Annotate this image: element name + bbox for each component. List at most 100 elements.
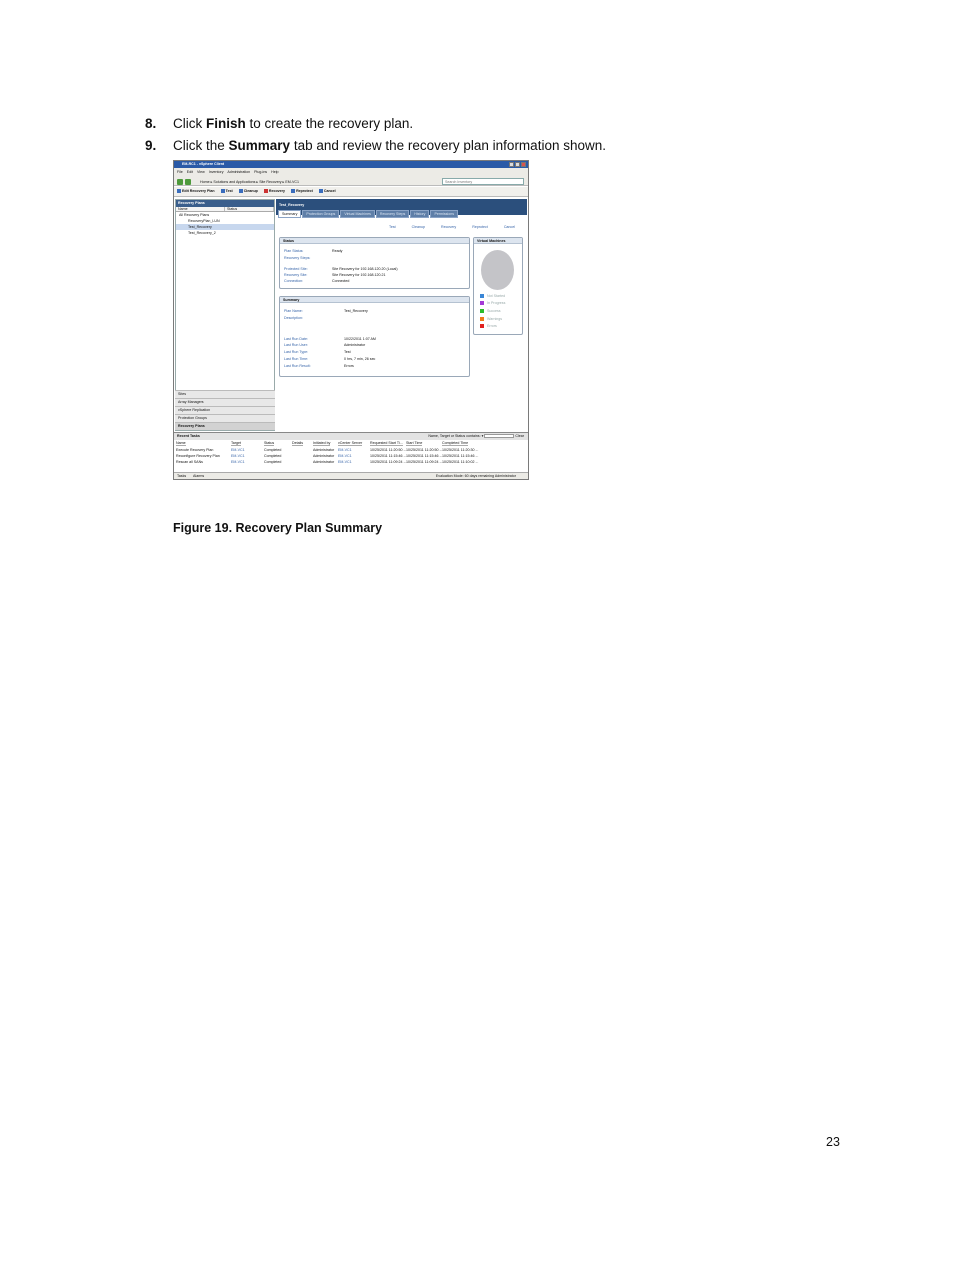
breadcrumb-home[interactable]: Home (200, 180, 210, 184)
task-cell: Reconfigure Recovery Plan (176, 454, 220, 458)
menu-bar: File Edit View Inventory Administration … (174, 168, 528, 176)
action-cancel[interactable]: Cancel (504, 225, 515, 229)
menu-inventory[interactable]: Inventory (209, 170, 224, 174)
tab-protection-groups[interactable]: Protection Groups (302, 210, 340, 219)
menu-edit[interactable]: Edit (187, 170, 193, 174)
task-filter[interactable]: Name, Target or Status contains: ▾ Clear (428, 434, 524, 439)
step-number: 8. (145, 116, 157, 131)
recovery-button[interactable]: Recovery (263, 189, 285, 194)
column-name[interactable]: Name (176, 207, 225, 211)
task-column-header[interactable]: Details (292, 441, 303, 446)
tree-item-plan[interactable]: Test_Recovery_2 (176, 230, 274, 236)
tab-virtual-machines[interactable]: Virtual Machines (340, 210, 375, 219)
task-cell: 10/25/2011 11:09:24 ... (406, 460, 443, 464)
column-status[interactable]: Status (225, 207, 274, 211)
window-title: EM-RC1 - vSphere Client (182, 162, 225, 166)
tab-summary[interactable]: Summary (278, 210, 302, 219)
task-column-header[interactable]: Name (176, 441, 186, 446)
task-column-header[interactable]: Completed Time (442, 441, 469, 446)
task-column-header[interactable]: Start Time (406, 441, 423, 446)
task-column-header[interactable]: Initiated by (313, 441, 331, 446)
menu-file[interactable]: File (177, 170, 183, 174)
step-text-before: Click the (173, 138, 229, 153)
task-column-header[interactable]: Target (231, 441, 241, 446)
tab-history[interactable]: History (410, 210, 430, 219)
nav-recovery-plans[interactable]: Recovery Plans (175, 422, 275, 430)
legend-swatch (480, 317, 484, 322)
recent-tasks-header: Recent Tasks Name, Target or Status cont… (174, 433, 528, 440)
task-cell: 10/25/2011 11:10:02 ... (442, 460, 479, 464)
task-column-header[interactable]: vCenter Server (338, 441, 363, 446)
step-text-after: to create the recovery plan. (245, 116, 414, 131)
reprotect-button[interactable]: Reprotect (291, 189, 313, 194)
task-cell: Execute Recovery Plan (176, 448, 214, 452)
legend-item: Errors (480, 324, 497, 329)
task-column-header[interactable]: Status (264, 441, 275, 446)
task-cell: EM-VC1 (338, 454, 352, 458)
task-cell: 10/25/2011 11:15:46 ... (370, 454, 407, 458)
search-input[interactable]: Search Inventory (442, 178, 524, 185)
legend-swatch (480, 309, 484, 314)
reprotect-icon (291, 189, 296, 194)
cleanup-icon (238, 189, 243, 194)
task-cell: EM-VC1 (338, 448, 352, 452)
nav-array-managers[interactable]: Array Managers (175, 398, 275, 406)
back-icon[interactable] (177, 179, 183, 185)
tab-recovery-steps[interactable]: Recovery Steps (375, 210, 410, 219)
tab-permissions[interactable]: Permissions (430, 210, 459, 219)
breadcrumb-vc[interactable]: EM-VC1 (285, 180, 299, 184)
action-cleanup[interactable]: Cleanup (412, 225, 425, 229)
breadcrumb-site-recovery[interactable]: Site Recovery (259, 180, 281, 184)
task-cell: Administrator (313, 448, 335, 452)
step-text-before: Click (173, 116, 206, 131)
task-cell: Completed (264, 460, 282, 464)
task-cell: 10/25/2011 11:20:30 ... (442, 448, 479, 452)
status-box: Status Plan Status: Ready Recovery Steps:… (279, 237, 470, 289)
task-column-header[interactable]: Requested Start Ti... (370, 441, 403, 446)
edit-icon (177, 189, 181, 194)
menu-administration[interactable]: Administration (227, 170, 250, 174)
cleanup-button[interactable]: Cleanup (238, 189, 258, 194)
status-right-text: Evaluation Mode: 60 days remaining Admin… (435, 474, 516, 478)
status-bar: Tasks Alarms Evaluation Mode: 60 days re… (174, 472, 528, 479)
breadcrumb-solutions[interactable]: Solutions and Applications (213, 180, 255, 184)
navigation-accordion: Sites Array Managers vSphere Replication… (175, 390, 275, 430)
action-test[interactable]: Test (389, 225, 396, 229)
nav-sites[interactable]: Sites (175, 390, 275, 398)
step-bold-term: Finish (206, 116, 246, 131)
action-recovery[interactable]: Recovery (441, 225, 456, 229)
nav-vsphere-replication[interactable]: vSphere Replication (175, 406, 275, 414)
action-reprotect[interactable]: Reprotect (472, 225, 488, 229)
menu-help[interactable]: Help (271, 170, 278, 174)
summary-box-title: Summary (280, 297, 469, 303)
clear-button[interactable]: Clear (515, 434, 524, 438)
task-cell: 10/25/2011 11:20:50 ... (406, 448, 443, 452)
step-bold-term: Summary (228, 138, 291, 153)
edit-plan-button[interactable]: Edit Recovery Plan (177, 189, 215, 194)
cancel-button[interactable]: Cancel (318, 189, 336, 194)
tasks-button[interactable]: Tasks (177, 474, 186, 478)
minimize-icon[interactable] (509, 162, 514, 167)
maximize-icon[interactable] (515, 162, 520, 167)
figure-caption: Figure 19. Recovery Plan Summary (173, 521, 383, 535)
test-button[interactable]: Test (220, 189, 233, 194)
menu-view[interactable]: View (197, 170, 205, 174)
alarms-button[interactable]: Alarms (193, 474, 204, 478)
status-box-title: Status (280, 238, 469, 244)
close-icon[interactable] (521, 162, 526, 167)
recent-tasks-panel: Recent Tasks Name, Target or Status cont… (174, 432, 528, 470)
forward-icon[interactable] (185, 179, 191, 185)
task-cell: Administrator (313, 460, 335, 464)
task-cell: EM-VC1 (338, 460, 352, 464)
vm-box-title: Virtual Machines (474, 238, 522, 244)
plan-tree: All Recovery Plans RecoveryPlan_LUN Test… (176, 212, 274, 236)
vsphere-screenshot: EM-RC1 - vSphere Client File Edit View I… (173, 160, 529, 480)
task-cell: 10/25/2011 11:15:46 ... (442, 454, 479, 458)
task-cell: 10/25/2011 11:15:46 ... (406, 454, 443, 458)
task-cell: EM-VC1 (231, 460, 245, 464)
toolbar: Edit Recovery Plan Test Cleanup Recovery… (174, 187, 528, 197)
nav-protection-groups[interactable]: Protection Groups (175, 414, 275, 422)
task-cell: Completed (264, 454, 282, 458)
legend-swatch (480, 301, 484, 306)
menu-plugins[interactable]: Plug-ins (254, 170, 267, 174)
